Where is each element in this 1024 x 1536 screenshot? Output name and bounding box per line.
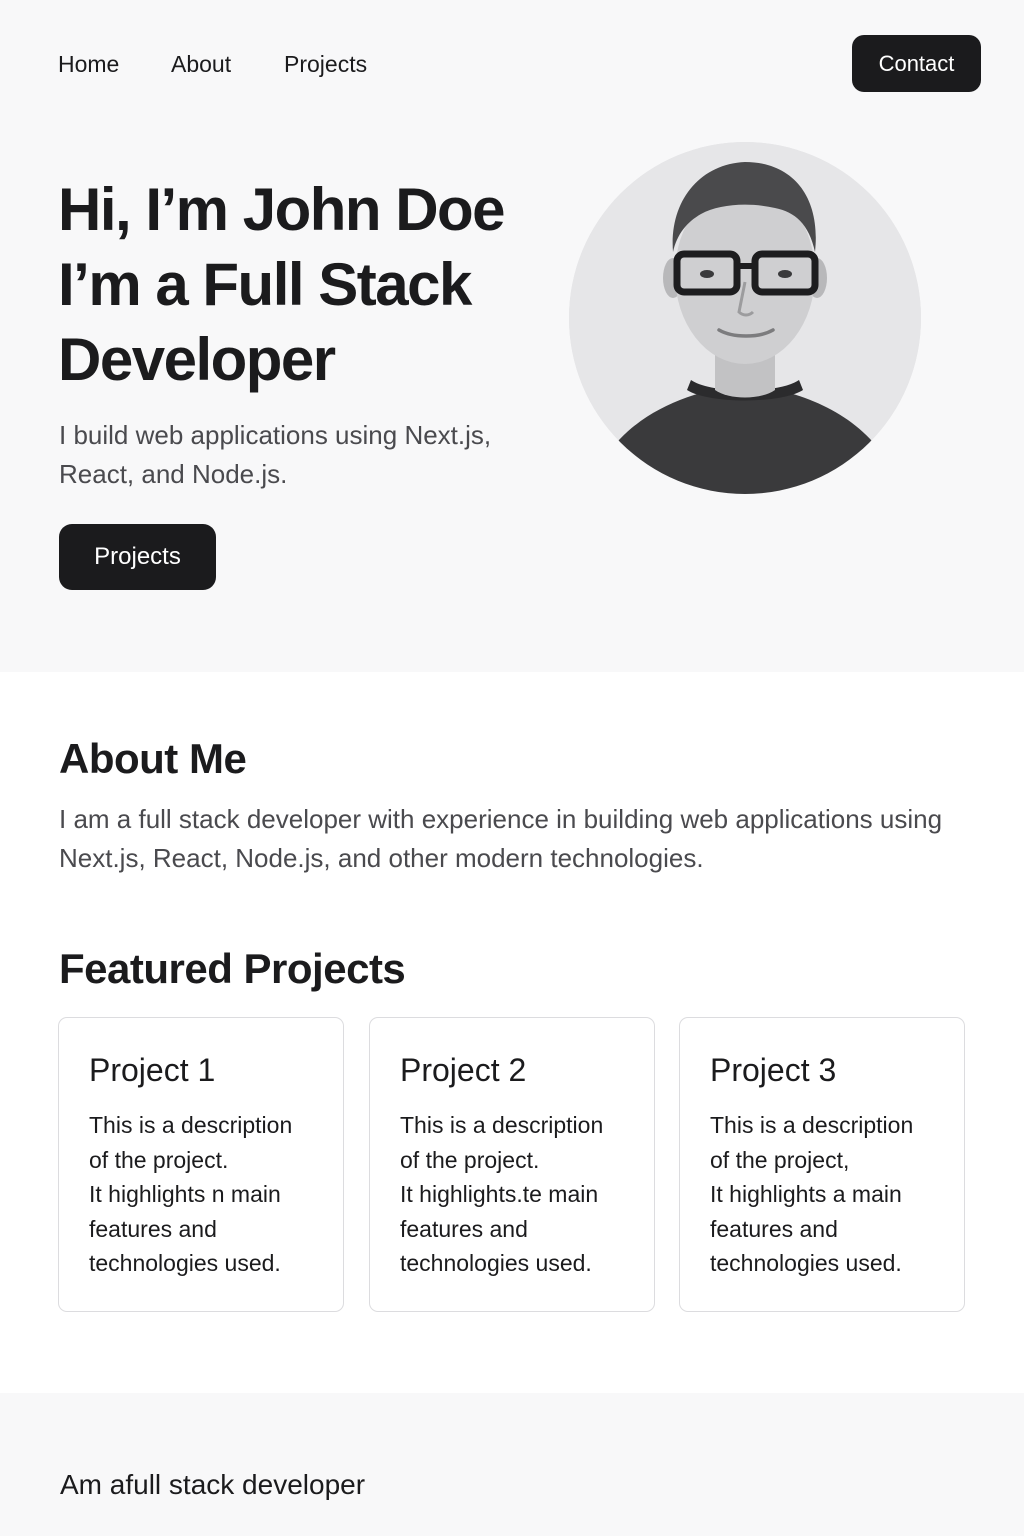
project-card-3[interactable]: Project 3 This is a description of the p…	[679, 1017, 965, 1312]
project-card-description-line: of the project,	[710, 1146, 850, 1173]
project-card-title: Project 1	[89, 1052, 216, 1088]
project-card-description-line: technologies used.	[710, 1250, 902, 1276]
project-card-2[interactable]: Project 2 This is a description of the p…	[369, 1017, 655, 1312]
hero-title: Hi, I’m John Doe I’m a Full Stack Develo…	[58, 172, 578, 397]
project-card-description-line: It highlights n main	[89, 1181, 281, 1207]
project-card-description-line: This is a description	[710, 1112, 914, 1138]
footer-section: Am a​full stack developer	[0, 1393, 1024, 1536]
projects-button[interactable]: Projects	[59, 524, 216, 590]
project-card-title: Project 2	[400, 1052, 527, 1088]
about-text: I am a full stack developer with experie…	[59, 804, 943, 873]
project-card-description-line: of the project.	[400, 1146, 540, 1173]
featured-projects-title: Featured Projects	[59, 945, 406, 992]
hero-title-line-1: Hi, I’m John Doe	[58, 176, 506, 243]
project-card-description-line: technologies used.	[89, 1250, 281, 1276]
hero-title-line-3: Developer	[58, 326, 336, 393]
project-card-description-line: It highlights.te main	[400, 1181, 599, 1207]
about-title: About Me	[59, 735, 247, 782]
project-card-description-line: features and	[400, 1215, 528, 1242]
nav-link-about[interactable]: About	[171, 50, 231, 78]
project-card-description-line: This is a description	[400, 1112, 604, 1138]
project-card-description-line: This is a description	[89, 1112, 293, 1138]
footer-text: Am a​full stack developer	[60, 1469, 366, 1500]
project-card-description-line: features and	[710, 1215, 838, 1242]
hero-section: Home About Projects Contact Hi, I’m John…	[0, 0, 1024, 672]
project-card-1[interactable]: Project 1 This is a description of the p…	[58, 1017, 344, 1312]
project-card-description-line: It highlights a main	[710, 1181, 902, 1207]
nav-link-home[interactable]: Home	[58, 50, 119, 78]
nav-link-projects[interactable]: Projects	[284, 50, 367, 78]
profile-photo	[569, 142, 921, 494]
hero-title-line-2: I’m a Full Stack	[58, 251, 472, 318]
project-card-description-line: of the project.	[89, 1146, 229, 1173]
hero-subtitle: I build web applications using Next.js, …	[59, 420, 492, 489]
contact-button[interactable]: Contact	[852, 35, 981, 92]
project-card-description-line: features and	[89, 1215, 217, 1242]
project-card-description-line: technologies used.	[400, 1250, 592, 1276]
project-card-title: Project 3	[710, 1052, 837, 1088]
